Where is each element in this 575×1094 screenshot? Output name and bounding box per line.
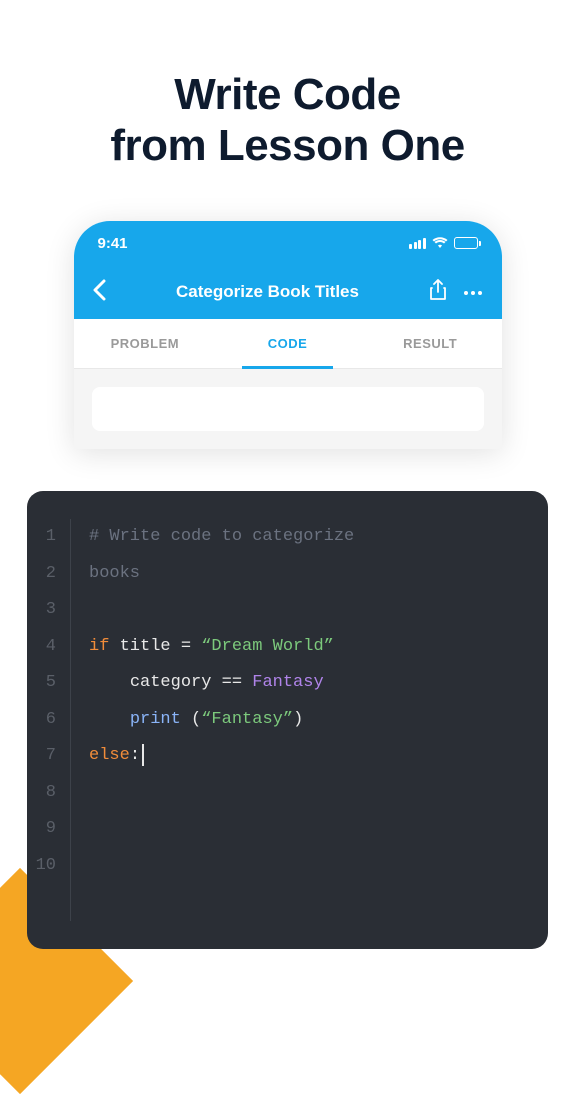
content-area (74, 369, 502, 449)
line-number: 6 (27, 702, 56, 739)
headline-line-1: Write Code (40, 70, 535, 121)
line-number: 7 (27, 738, 56, 775)
code-line[interactable]: books (89, 556, 528, 593)
headline-line-2: from Lesson One (40, 121, 535, 172)
code-line[interactable] (89, 775, 528, 812)
code-line[interactable] (89, 592, 528, 629)
marketing-headline: Write Code from Lesson One (0, 0, 575, 221)
status-time: 9:41 (98, 235, 128, 252)
line-number: 2 (27, 556, 56, 593)
more-button[interactable] (463, 283, 483, 301)
page-title: Categorize Book Titles (176, 282, 359, 302)
wifi-icon (432, 237, 448, 249)
code-line[interactable]: else: (89, 738, 528, 775)
line-number: 8 (27, 775, 56, 812)
code-line[interactable] (89, 848, 528, 885)
status-bar: 9:41 (74, 221, 502, 265)
text-cursor (142, 744, 144, 766)
line-number: 1 (27, 519, 56, 556)
tab-problem[interactable]: PROBLEM (74, 319, 217, 368)
status-indicators (409, 237, 478, 249)
code-line[interactable] (89, 811, 528, 848)
tab-bar: PROBLEM CODE RESULT (74, 319, 502, 369)
line-number: 4 (27, 629, 56, 666)
code-editor[interactable]: 12345678910 # Write code to categorizebo… (27, 491, 548, 949)
line-number: 10 (27, 848, 56, 885)
line-number-gutter: 12345678910 (27, 519, 71, 921)
signal-icon (409, 238, 426, 249)
code-line[interactable]: print (“Fantasy”) (89, 702, 528, 739)
tab-code[interactable]: CODE (216, 319, 359, 368)
navigation-bar: Categorize Book Titles (74, 265, 502, 319)
code-content[interactable]: # Write code to categorizebooks if title … (71, 519, 528, 921)
phone-mockup: 9:41 Categorize Book Titles PROBLEM (74, 221, 502, 449)
content-card (92, 387, 484, 431)
code-line[interactable]: # Write code to categorize (89, 519, 528, 556)
back-button[interactable] (92, 277, 106, 308)
battery-icon (454, 237, 478, 249)
share-button[interactable] (429, 279, 447, 306)
code-line[interactable]: if title = “Dream World” (89, 629, 528, 666)
tab-result[interactable]: RESULT (359, 319, 502, 368)
code-line[interactable]: category == Fantasy (89, 665, 528, 702)
line-number: 5 (27, 665, 56, 702)
line-number: 3 (27, 592, 56, 629)
line-number: 9 (27, 811, 56, 848)
code-line[interactable] (89, 884, 528, 921)
